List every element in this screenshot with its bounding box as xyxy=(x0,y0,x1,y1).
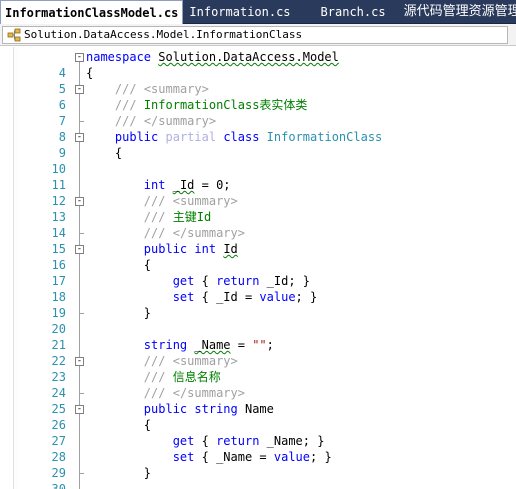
document-tab-strip: InformationClassModel.cs Information.cs … xyxy=(0,0,516,24)
outline-guide xyxy=(74,449,86,465)
code-line[interactable]: 6 - /// <summary> xyxy=(0,81,516,112)
outline-collapse-icon[interactable]: - xyxy=(74,49,86,65)
code-line[interactable]: 31 xyxy=(0,481,516,489)
code-line[interactable]: 11 xyxy=(0,161,516,192)
outline-collapse-icon[interactable]: - xyxy=(74,129,86,145)
code-text: /// </summary> xyxy=(114,114,217,128)
outline-guide xyxy=(74,113,86,129)
code-line[interactable]: 15 /// </summary> xyxy=(0,225,516,256)
code-text: get { return _Name; } xyxy=(172,434,325,448)
outline-guide xyxy=(74,273,86,289)
outline-guide xyxy=(74,417,86,433)
code-line[interactable]: 19 set { _Id = value; } xyxy=(0,289,516,320)
code-text: { xyxy=(86,146,123,160)
code-line[interactable]: 21 xyxy=(0,321,516,352)
outline-guide xyxy=(74,225,86,241)
code-line[interactable]: 26 - public string Name xyxy=(0,401,516,432)
code-text: public partial class InformationClass xyxy=(114,130,383,144)
code-text: /// InformationClass表实体类 xyxy=(114,98,308,112)
code-text: set { _Id = value; } xyxy=(172,290,318,304)
code-line[interactable]: 12 int _Id = 0; xyxy=(0,177,516,208)
code-text: public int Id xyxy=(143,242,238,256)
code-text: /// 主键Id xyxy=(143,210,212,224)
type-member-dropdown[interactable]: Solution.DataAccess.Model.InformationCla… xyxy=(2,25,508,44)
outline-guide xyxy=(74,385,86,401)
outline-guide xyxy=(74,289,86,305)
code-line[interactable]: 18 get { return _Id; } xyxy=(0,273,516,304)
code-text: { xyxy=(86,66,94,80)
outline-collapse-icon[interactable]: - xyxy=(74,353,86,369)
code-text: string _Name = ""; xyxy=(143,338,274,352)
outline-collapse-icon[interactable]: - xyxy=(74,241,86,257)
code-text: { xyxy=(86,418,152,432)
code-text: /// </summary> xyxy=(143,226,245,240)
code-line[interactable]: 17 { xyxy=(0,257,516,288)
code-line[interactable]: 30 } xyxy=(0,465,516,489)
code-line[interactable]: 14 /// 主键Id xyxy=(0,209,516,240)
code-editor[interactable]: 4 - namespace Solution.DataAccess.Model … xyxy=(0,47,516,489)
code-line[interactable]: 10 { xyxy=(0,145,516,176)
code-line[interactable]: 28 get { return _Name; } xyxy=(0,433,516,464)
nav-path: Solution.DataAccess.Model.InformationCla… xyxy=(24,28,303,41)
code-line[interactable]: 4 - namespace Solution.DataAccess.Model xyxy=(0,49,516,80)
outline-guide xyxy=(74,145,86,161)
code-line[interactable]: 23 - /// <summary> xyxy=(0,353,516,384)
code-text: public string Name xyxy=(143,402,274,416)
outline-guide xyxy=(74,161,86,177)
code-line[interactable]: 27 { xyxy=(0,417,516,448)
outline-guide xyxy=(74,257,86,273)
code-line[interactable]: 16 - public int Id xyxy=(0,241,516,272)
code-line[interactable]: 25 /// </summary> xyxy=(0,385,516,416)
code-text: /// 信息名称 xyxy=(143,370,221,384)
code-line[interactable]: 22 string _Name = ""; xyxy=(0,337,516,368)
code-line[interactable]: 8 /// </summary> xyxy=(0,113,516,144)
outline-guide xyxy=(74,337,86,353)
outline-guide xyxy=(74,433,86,449)
code-text: } xyxy=(86,306,152,320)
code-line[interactable]: 24 /// 信息名称 xyxy=(0,369,516,400)
outline-guide xyxy=(74,177,86,193)
code-text: /// </summary> xyxy=(143,386,245,400)
outline-collapse-icon[interactable]: - xyxy=(74,81,86,97)
tab-informationclassmodel[interactable]: InformationClassModel.cs xyxy=(0,0,184,24)
code-text: get { return _Id; } xyxy=(172,274,311,288)
code-text: } xyxy=(86,466,152,480)
code-line[interactable]: 13 - /// <summary> xyxy=(0,193,516,224)
code-text: int _Id = 0; xyxy=(143,178,231,192)
code-line[interactable]: 29 set { _Name = value; } xyxy=(0,449,516,480)
outline-guide xyxy=(74,65,86,81)
code-line[interactable]: 5 { xyxy=(0,65,516,96)
outline-guide xyxy=(74,305,86,321)
outline-guide xyxy=(74,321,86,337)
outline-guide xyxy=(74,481,86,489)
code-text: namespace Solution.DataAccess.Model xyxy=(86,50,339,64)
code-line[interactable]: 7 /// InformationClass表实体类 xyxy=(0,97,516,128)
tab-branch[interactable]: Branch.cs xyxy=(315,0,392,24)
code-text: /// <summary> xyxy=(143,194,238,208)
class-icon xyxy=(6,27,22,43)
outline-guide xyxy=(74,369,86,385)
code-text: /// <summary> xyxy=(114,82,209,96)
tab-information[interactable]: Information.cs xyxy=(183,0,296,24)
outline-guide xyxy=(74,97,86,113)
code-line[interactable]: 20 } xyxy=(0,305,516,336)
outline-guide xyxy=(74,209,86,225)
code-text: { xyxy=(86,258,152,272)
outline-collapse-icon[interactable]: - xyxy=(74,193,86,209)
code-line[interactable]: 9 - public partial class InformationClas… xyxy=(0,129,516,160)
code-text: /// <summary> xyxy=(143,354,238,368)
outline-guide xyxy=(74,465,86,481)
navigation-bar: Solution.DataAccess.Model.InformationCla… xyxy=(0,24,516,46)
tab-source-control-explorer[interactable]: 源代码管理资源管理器 xyxy=(398,0,516,24)
outline-collapse-icon[interactable]: - xyxy=(74,401,86,417)
code-text: set { _Name = value; } xyxy=(172,450,332,464)
